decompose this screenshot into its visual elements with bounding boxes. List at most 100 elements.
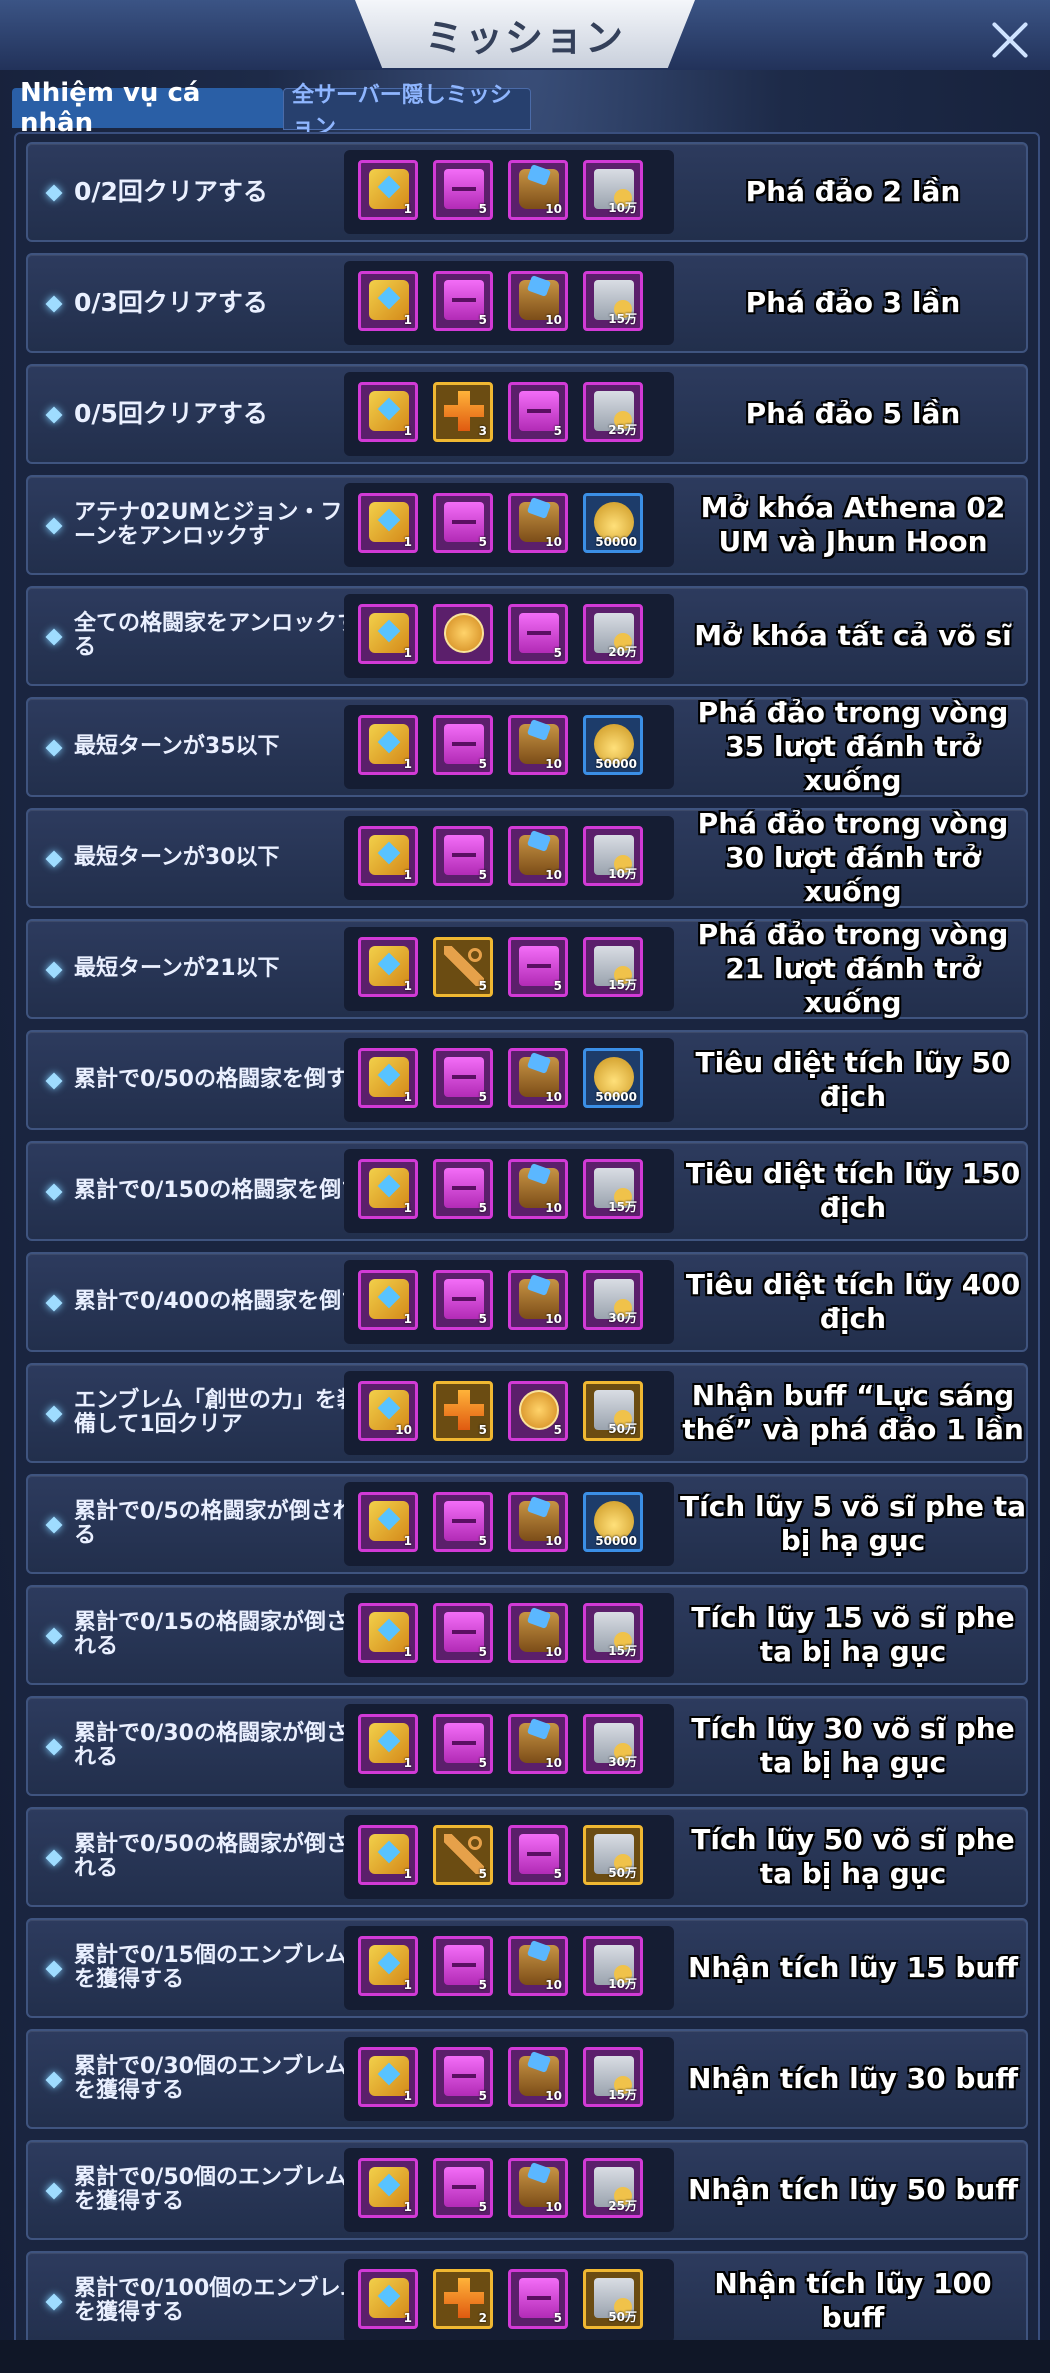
reward-item[interactable]: 50万: [583, 1825, 643, 1885]
reward-item[interactable]: 5: [433, 2158, 493, 2218]
reward-item[interactable]: 15万: [583, 1159, 643, 1219]
reward-item[interactable]: 15万: [583, 937, 643, 997]
reward-strip: 1 5 10 10万: [344, 150, 674, 234]
reward-item[interactable]: 1: [358, 1936, 418, 1996]
reward-quantity: 5: [553, 424, 562, 438]
reward-item[interactable]: 5: [433, 826, 493, 886]
bullet-diamond-icon: [45, 2182, 63, 2200]
reward-item[interactable]: 5: [433, 1936, 493, 1996]
reward-quantity: 5: [478, 202, 487, 216]
reward-item[interactable]: 1: [358, 1603, 418, 1663]
reward-item[interactable]: 5: [508, 1825, 568, 1885]
reward-item[interactable]: 5: [433, 1825, 493, 1885]
reward-item[interactable]: 1: [358, 1270, 418, 1330]
reward-item[interactable]: 1: [358, 715, 418, 775]
reward-item[interactable]: 10: [508, 1936, 568, 1996]
reward-item[interactable]: 10: [508, 1603, 568, 1663]
reward-item[interactable]: 30万: [583, 1714, 643, 1774]
tab-server-hidden-missions[interactable]: 全サーバー隠しミッション: [283, 83, 531, 140]
reward-item[interactable]: 5: [433, 1603, 493, 1663]
reward-item[interactable]: 50000: [583, 1492, 643, 1552]
tab-personal-missions[interactable]: Nhiệm vụ cá nhân: [12, 78, 283, 138]
reward-item[interactable]: 5: [433, 2047, 493, 2107]
reward-item[interactable]: 50万: [583, 2269, 643, 2329]
reward-item[interactable]: 10万: [583, 826, 643, 886]
reward-item[interactable]: 1: [358, 160, 418, 220]
reward-item[interactable]: 2: [433, 2269, 493, 2329]
reward-item[interactable]: 50000: [583, 493, 643, 553]
reward-item[interactable]: 3: [433, 382, 493, 442]
mission-translation: Nhận buff “Lực sáng thế” và phá đảo 1 lầ…: [682, 1378, 1024, 1446]
mission-condition: エンブレム「創世の力」を装備して1回クリア: [74, 1387, 359, 1437]
reward-item[interactable]: [433, 604, 493, 664]
reward-item[interactable]: 5: [433, 160, 493, 220]
reward-item[interactable]: 10: [508, 1159, 568, 1219]
reward-item[interactable]: 10: [508, 1270, 568, 1330]
reward-item[interactable]: 1: [358, 271, 418, 331]
mission-condition: 累計で0/50の格闘家を倒す: [74, 1066, 348, 1092]
reward-item[interactable]: 1: [358, 1714, 418, 1774]
mission-condition: 累計で0/50個のエンブレムを獲得する: [74, 2164, 347, 2214]
reward-item[interactable]: 1: [358, 2047, 418, 2107]
reward-item[interactable]: 15万: [583, 1603, 643, 1663]
mission-condition: 0/2回クリアする: [74, 177, 268, 207]
reward-item[interactable]: 10: [508, 1048, 568, 1108]
reward-item[interactable]: 5: [433, 715, 493, 775]
reward-item[interactable]: 1: [358, 2158, 418, 2218]
reward-item[interactable]: 10: [508, 1714, 568, 1774]
reward-item[interactable]: 50万: [583, 1381, 643, 1441]
reward-item[interactable]: 5: [433, 493, 493, 553]
reward-item[interactable]: 50000: [583, 1048, 643, 1108]
reward-item[interactable]: 10: [508, 1492, 568, 1552]
reward-item[interactable]: 5: [433, 1048, 493, 1108]
reward-item[interactable]: 5: [508, 382, 568, 442]
reward-quantity: 10万: [608, 201, 637, 215]
reward-item[interactable]: 5: [508, 937, 568, 997]
reward-item[interactable]: 5: [433, 1492, 493, 1552]
reward-item[interactable]: 25万: [583, 382, 643, 442]
reward-item[interactable]: 1: [358, 1048, 418, 1108]
reward-item[interactable]: 10: [508, 715, 568, 775]
reward-item[interactable]: 5: [508, 1381, 568, 1441]
reward-item[interactable]: 1: [358, 1825, 418, 1885]
reward-item[interactable]: 5: [433, 1159, 493, 1219]
reward-quantity: 10: [545, 757, 562, 771]
reward-quantity: 5: [478, 1201, 487, 1215]
reward-item[interactable]: 10: [358, 1381, 418, 1441]
mission-translation: Tích lũy 15 võ sĩ phe ta bị hạ gục: [691, 1600, 1015, 1668]
reward-item[interactable]: 10: [508, 826, 568, 886]
reward-item[interactable]: 10: [508, 2158, 568, 2218]
reward-item[interactable]: 1: [358, 1492, 418, 1552]
reward-item[interactable]: 20万: [583, 604, 643, 664]
reward-item[interactable]: 5: [433, 271, 493, 331]
close-icon[interactable]: [988, 18, 1032, 62]
reward-item[interactable]: 15万: [583, 2047, 643, 2107]
reward-quantity: 50000: [595, 757, 637, 771]
reward-item[interactable]: 15万: [583, 271, 643, 331]
reward-item[interactable]: 5: [508, 604, 568, 664]
reward-item[interactable]: 5: [433, 1714, 493, 1774]
mission-translation: Phá đảo 2 lần: [745, 174, 961, 208]
reward-item[interactable]: 5: [508, 2269, 568, 2329]
reward-item[interactable]: 1: [358, 1159, 418, 1219]
reward-item[interactable]: 10: [508, 160, 568, 220]
reward-item[interactable]: 1: [358, 937, 418, 997]
reward-item[interactable]: 10万: [583, 160, 643, 220]
reward-item[interactable]: 1: [358, 2269, 418, 2329]
reward-item[interactable]: 25万: [583, 2158, 643, 2218]
reward-item[interactable]: 5: [433, 937, 493, 997]
reward-item[interactable]: 10: [508, 493, 568, 553]
reward-item[interactable]: 5: [433, 1270, 493, 1330]
reward-item[interactable]: 1: [358, 493, 418, 553]
reward-item[interactable]: 50000: [583, 715, 643, 775]
reward-item[interactable]: 1: [358, 604, 418, 664]
reward-item[interactable]: 10: [508, 2047, 568, 2107]
reward-item[interactable]: 30万: [583, 1270, 643, 1330]
reward-item[interactable]: 10: [508, 271, 568, 331]
reward-quantity: 5: [478, 757, 487, 771]
reward-strip: 1 3 5 25万: [344, 372, 674, 456]
reward-item[interactable]: 5: [433, 1381, 493, 1441]
reward-item[interactable]: 1: [358, 826, 418, 886]
reward-item[interactable]: 1: [358, 382, 418, 442]
reward-item[interactable]: 10万: [583, 1936, 643, 1996]
